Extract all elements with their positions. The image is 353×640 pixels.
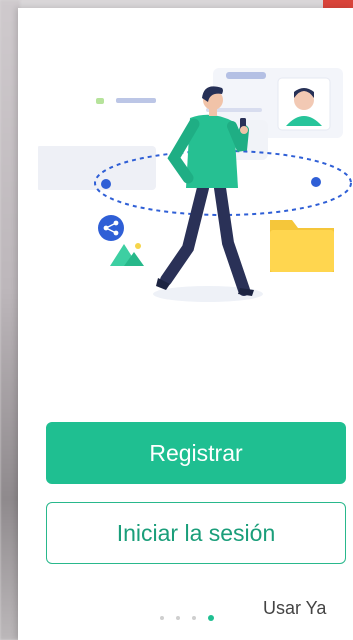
onboarding-panel: Registrar Iniciar la sesión Usar Ya [18, 8, 353, 640]
skip-button[interactable]: Usar Ya [263, 598, 326, 619]
profile-card-icon [277, 77, 331, 131]
register-button[interactable]: Registrar [46, 422, 346, 484]
decor-line [96, 98, 104, 104]
folder-icon [270, 220, 334, 272]
decor-line [116, 98, 156, 103]
image-icon [110, 243, 144, 266]
onboarding-illustration [38, 68, 352, 302]
login-button-label: Iniciar la sesión [116, 519, 276, 546]
background-panel [38, 146, 156, 190]
orbit-node [101, 179, 111, 189]
page-dot-1 [160, 616, 164, 620]
decor-line [226, 72, 266, 79]
page-dot-4-active [208, 615, 214, 621]
page-dot-2 [176, 616, 180, 620]
share-icon [98, 215, 124, 241]
register-button-label: Registrar [149, 439, 243, 466]
login-button[interactable]: Iniciar la sesión [46, 502, 346, 564]
page-dot-3 [192, 616, 196, 620]
background-left-edge [0, 0, 20, 640]
orbit-node [311, 177, 321, 187]
page-indicator [160, 615, 214, 621]
